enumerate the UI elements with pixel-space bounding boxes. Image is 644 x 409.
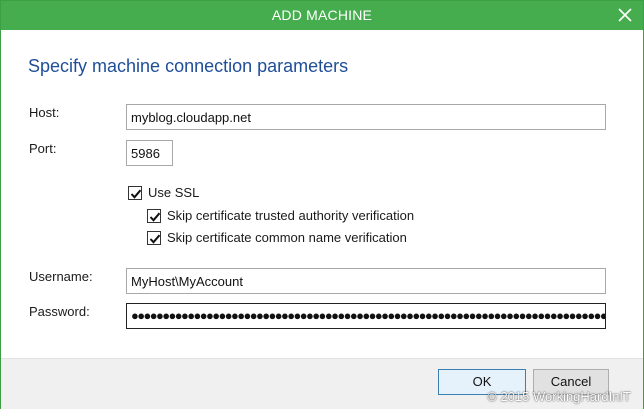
username-label: Username: (29, 269, 93, 284)
page-title: Specify machine connection parameters (28, 56, 349, 76)
skip-cn-label: Skip certificate common name verificatio… (167, 230, 407, 245)
skip-cn-check-box[interactable] (147, 230, 161, 245)
host-label: Host: (29, 105, 60, 120)
copyright-watermark: © 2015 WorkingHardInIT (487, 389, 631, 404)
use-ssl-checkbox[interactable]: Use SSL (128, 185, 199, 200)
skip-ca-checkbox[interactable]: Skip certificate trusted authority verif… (147, 208, 414, 223)
password-label: Password: (29, 304, 90, 319)
password-field[interactable]: ●●●●●●●●●●●●●●●●●●●●●●●●●●●●●●●●●●●●●●●●… (126, 303, 606, 329)
port-field[interactable] (126, 140, 173, 166)
use-ssl-label: Use SSL (148, 185, 200, 200)
username-field[interactable] (126, 268, 606, 294)
checkmark-icon (130, 189, 142, 199)
skip-ca-check-box[interactable] (147, 208, 161, 223)
port-label: Port: (29, 141, 57, 156)
checkmark-icon (149, 234, 161, 244)
close-button[interactable] (613, 3, 637, 27)
add-machine-dialog: ADD MACHINE Specify machine connection p… (0, 0, 644, 409)
close-icon (618, 8, 632, 22)
skip-cn-checkbox[interactable]: Skip certificate common name verificatio… (147, 230, 407, 245)
checkmark-icon (149, 212, 161, 222)
dialog-title: ADD MACHINE (271, 7, 373, 23)
title-bar: ADD MACHINE (1, 1, 643, 30)
dialog-footer: OK Cancel © 2015 WorkingHardInIT (1, 358, 643, 409)
use-ssl-check-box[interactable] (128, 185, 142, 200)
host-field[interactable] (126, 104, 606, 130)
skip-ca-label: Skip certificate trusted authority verif… (167, 208, 415, 223)
